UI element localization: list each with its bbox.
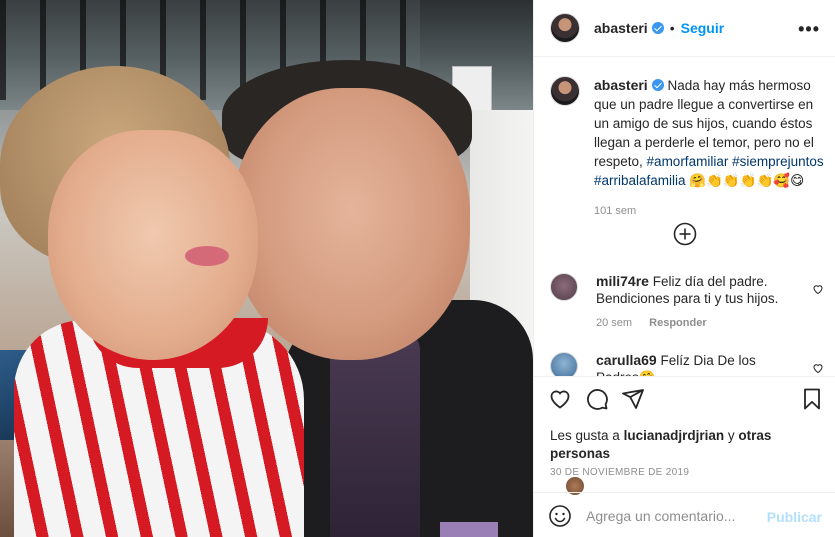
caption-username[interactable]: abasteri [594, 77, 648, 93]
photo-boy-tongue [185, 246, 229, 266]
comment-meta: 20 sem Responder [596, 315, 796, 332]
liker-username[interactable]: lucianadjrdjrian [624, 428, 725, 443]
caption: abasteri Nada hay más hermoso que un pad… [550, 76, 830, 221]
post-username[interactable]: abasteri [594, 20, 648, 36]
comment-avatar[interactable] [550, 273, 578, 301]
post-side-panel: abasteri • Seguir ••• abasteri Nada hay … [533, 0, 835, 537]
action-icons [548, 387, 828, 415]
add-comment-bar: Publicar [534, 492, 835, 537]
like-heart-icon[interactable] [548, 387, 572, 411]
share-send-icon[interactable] [621, 387, 645, 411]
likes-summary: Les gusta a lucianadjrdjrian y otras per… [550, 427, 820, 495]
heart-icon[interactable] [812, 362, 824, 374]
caption-body: abasteri Nada hay más hermoso que un pad… [594, 76, 830, 221]
post-date[interactable]: 30 DE NOVIEMBRE DE 2019 [550, 467, 689, 478]
avatar[interactable] [550, 13, 580, 43]
likes-suffix: y [727, 428, 735, 443]
comment-bubble-icon[interactable] [585, 387, 609, 411]
photo-man-shirt [330, 330, 420, 537]
hashtag-arribalafamilia[interactable]: #arribalafamilia [594, 173, 686, 188]
caption-time[interactable]: 101 sem [594, 202, 830, 221]
comment-username[interactable]: carulla69 [596, 352, 657, 368]
reply-button[interactable]: Responder [649, 317, 706, 329]
separator-dot: • [669, 20, 675, 36]
hashtag-amorfamiliar[interactable]: #amorfamiliar [647, 154, 729, 169]
hashtag-siemprejuntos[interactable]: #siemprejuntos [732, 154, 824, 169]
post-header: abasteri • Seguir ••• [534, 0, 835, 57]
likes-prefix: Les gusta a [550, 428, 620, 443]
follow-button[interactable]: Seguir [681, 20, 725, 36]
comment-input[interactable] [586, 507, 766, 524]
caption-avatar[interactable] [550, 76, 580, 106]
photo-boy-face [48, 130, 258, 360]
bookmark-icon[interactable] [800, 387, 824, 411]
comment-username[interactable]: mili74re [596, 273, 649, 289]
more-options-icon[interactable]: ••• [798, 19, 820, 40]
verified-badge-icon [651, 79, 664, 91]
comment-body: mili74re Feliz día del padre. Bendicione… [596, 273, 796, 332]
publish-button[interactable]: Publicar [767, 509, 822, 525]
post-actions: Les gusta a lucianadjrdjrian y otras per… [534, 376, 835, 537]
photo-pocket-square [440, 522, 498, 537]
heart-icon[interactable] [812, 283, 824, 295]
load-more-comments-icon[interactable] [673, 222, 697, 246]
caption-emojis: 🤗👏👏👏👏🥰😋 [689, 173, 805, 188]
emoji-smiley-icon[interactable] [548, 504, 572, 528]
verified-badge-icon [651, 22, 664, 34]
comment-time[interactable]: 20 sem [596, 317, 632, 329]
post-photo[interactable] [0, 0, 533, 537]
instagram-post-modal: abasteri • Seguir ••• abasteri Nada hay … [0, 0, 835, 537]
comment-item: mili74re Feliz día del padre. Bendicione… [550, 273, 832, 332]
